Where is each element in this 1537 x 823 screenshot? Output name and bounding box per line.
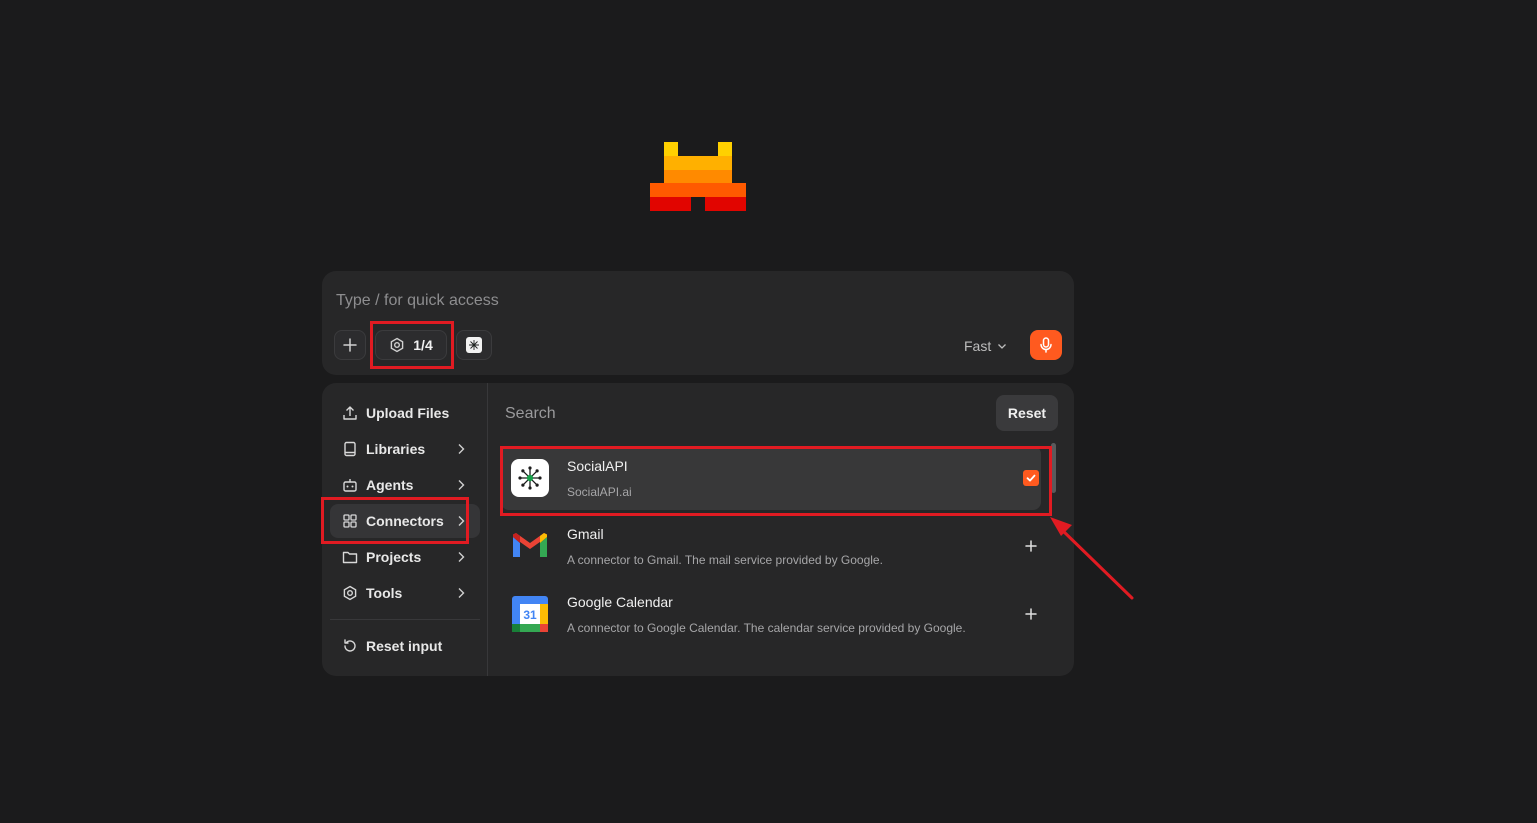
menu-item-label: Projects	[366, 549, 422, 565]
menu-item-label: Agents	[366, 477, 414, 493]
menu-item-agents[interactable]: Agents	[330, 468, 480, 502]
menu-item-label: Tools	[366, 585, 403, 601]
add-connector-button[interactable]	[1021, 604, 1041, 624]
connector-checkbox[interactable]	[1023, 470, 1039, 486]
mistral-logo	[650, 142, 746, 211]
plus-icon	[343, 338, 357, 352]
connector-name: Gmail	[567, 526, 604, 542]
mode-select[interactable]: Fast	[964, 335, 1007, 357]
connector-description: A connector to Google Calendar. The cale…	[567, 621, 966, 635]
chevron-right-icon	[458, 516, 465, 526]
plus-icon	[1025, 540, 1037, 552]
gmail-logo-icon	[511, 527, 549, 565]
check-icon	[1026, 474, 1036, 482]
chevron-right-icon	[458, 588, 465, 598]
annotation-arrow	[1050, 517, 1134, 600]
reset-input-button[interactable]: Reset input	[330, 629, 480, 663]
microphone-button[interactable]	[1030, 330, 1062, 360]
connector-row-socialapi[interactable]: SocialAPI SocialAPI.ai	[501, 446, 1041, 510]
add-connector-button[interactable]	[1021, 536, 1041, 556]
menu-item-connectors[interactable]: Connectors	[330, 504, 480, 538]
folder-icon	[342, 549, 358, 565]
menu-item-label: Libraries	[366, 441, 426, 457]
connector-name: Google Calendar	[567, 594, 673, 610]
socialapi-icon	[466, 337, 482, 353]
settings-icon	[390, 337, 404, 353]
upload-icon	[342, 405, 358, 421]
microphone-icon	[1040, 337, 1052, 353]
connector-name: SocialAPI	[567, 458, 628, 474]
menu-divider	[330, 619, 480, 620]
mode-label: Fast	[964, 338, 992, 354]
chat-composer: 1/4 Fast	[322, 271, 1074, 375]
menu-item-projects[interactable]: Projects	[330, 540, 480, 574]
reset-input-label: Reset input	[366, 638, 443, 654]
menu-categories: Upload Files Libraries Agents Connectors	[322, 383, 488, 676]
calendar-day-number: 31	[523, 608, 537, 622]
menu-item-tools[interactable]: Tools	[330, 576, 480, 610]
menu-item-label: Upload Files	[366, 405, 450, 421]
add-button[interactable]	[334, 330, 366, 360]
menu-item-libraries[interactable]: Libraries	[330, 432, 480, 466]
connectors-panel: Reset	[489, 383, 1074, 676]
reset-icon	[342, 638, 358, 654]
socialapi-logo-icon	[511, 459, 549, 497]
active-connector-button[interactable]	[456, 330, 492, 360]
robot-icon	[342, 477, 358, 493]
grid-icon	[342, 513, 358, 529]
plus-icon	[1025, 608, 1037, 620]
tools-count: 1/4	[413, 337, 433, 353]
menu-item-upload-files[interactable]: Upload Files	[330, 396, 480, 430]
google-calendar-logo-icon: 31	[511, 595, 549, 633]
connector-description: SocialAPI.ai	[567, 485, 632, 499]
book-icon	[342, 441, 358, 457]
chevron-right-icon	[458, 480, 465, 490]
connector-list: SocialAPI SocialAPI.ai Gmail A connector…	[501, 446, 1049, 676]
connector-row-google-calendar[interactable]: 31 Google Calendar A connector to Google…	[501, 582, 1041, 646]
connector-row-gmail[interactable]: Gmail A connector to Gmail. The mail ser…	[501, 514, 1041, 578]
menu-item-label: Connectors	[366, 513, 444, 529]
reset-button[interactable]: Reset	[996, 395, 1058, 431]
connector-search-input[interactable]	[505, 403, 905, 425]
chevron-right-icon	[458, 444, 465, 454]
chat-input[interactable]	[336, 289, 936, 313]
tools-count-button[interactable]: 1/4	[375, 330, 447, 360]
tools-menu: Upload Files Libraries Agents Connectors	[322, 383, 1074, 676]
connector-list-scrollbar[interactable]	[1051, 443, 1056, 493]
gear-icon	[342, 585, 358, 601]
chevron-right-icon	[458, 552, 465, 562]
chevron-down-icon	[998, 344, 1007, 349]
connector-description: A connector to Gmail. The mail service p…	[567, 553, 883, 567]
